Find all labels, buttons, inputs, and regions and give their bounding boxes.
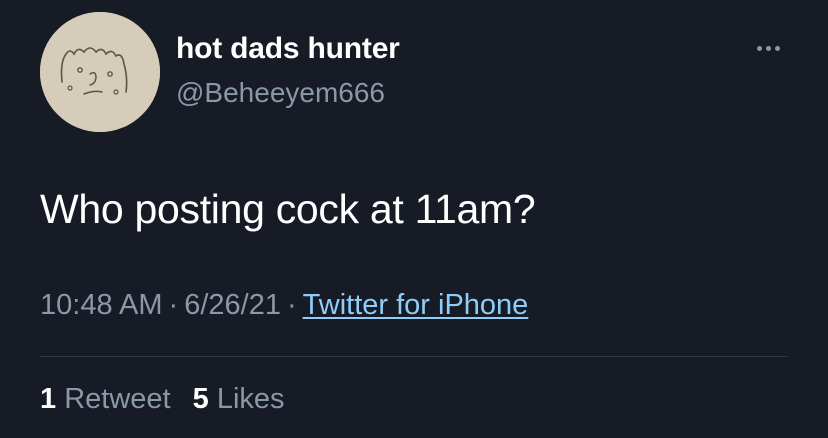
meta-separator: ·	[168, 289, 179, 321]
divider	[40, 356, 788, 357]
likes-count: 5	[192, 383, 209, 415]
display-name[interactable]: hot dads hunter	[176, 32, 400, 66]
retweets-count: 1	[40, 383, 57, 415]
user-handle[interactable]: @Beheeyem666	[176, 77, 385, 109]
likes-label: Likes	[216, 383, 285, 415]
meta-separator: ·	[286, 289, 297, 321]
more-horizontal-icon	[756, 45, 762, 51]
tweet-meta: 10:48 AM · 6/26/21 · Twitter for iPhone	[40, 289, 528, 322]
more-horizontal-icon	[765, 45, 771, 51]
likes-stat[interactable]: 5 Likes	[193, 383, 285, 416]
retweets-stat[interactable]: 1 Retweet	[40, 383, 171, 416]
tweet-time[interactable]: 10:48 AM	[40, 289, 163, 321]
tweet-detail: hot dads hunter @Beheeyem666 Who posting…	[0, 0, 828, 438]
more-options-button[interactable]	[748, 36, 788, 60]
tweet-date[interactable]: 6/26/21	[184, 289, 281, 321]
avatar-drawing	[40, 12, 160, 132]
tweet-stats: 1 Retweet 5 Likes	[40, 383, 299, 416]
source-link[interactable]: Twitter for iPhone	[303, 289, 529, 321]
retweets-label: Retweet	[64, 383, 171, 415]
avatar[interactable]	[40, 12, 160, 132]
more-horizontal-icon	[774, 45, 780, 51]
tweet-text: Who posting cock at 11am?	[40, 186, 536, 232]
